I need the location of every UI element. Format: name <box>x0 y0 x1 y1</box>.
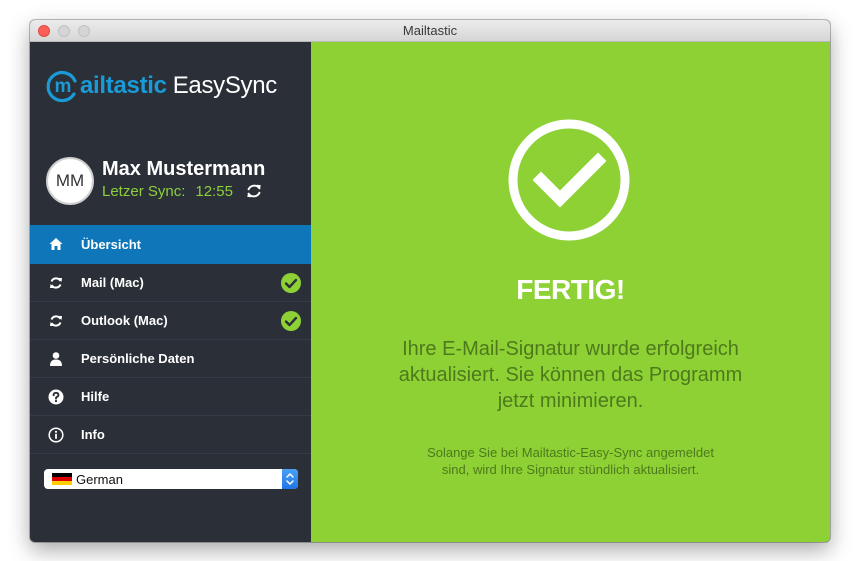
refresh-icon[interactable] <box>245 182 263 200</box>
user-name: Max Mustermann <box>102 158 266 180</box>
logo-product-text: EasySync <box>172 72 278 99</box>
window-title: Mailtastic <box>402 23 458 38</box>
last-sync-label: Letzer Sync: <box>102 182 186 200</box>
sidebar: m ailtastic EasySync MM Max Mustermann L… <box>30 42 311 542</box>
select-arrows-icon[interactable] <box>282 469 298 489</box>
mailtastic-logo-icon: m <box>46 70 77 103</box>
sync-info-note: Solange Sie bei Mailtastic-Easy-Sync ang… <box>427 445 714 477</box>
sidebar-item-personal-data[interactable]: Persönliche Daten <box>30 340 311 378</box>
main-content: FERTIG! Ihre E-Mail-Signatur wurde erfol… <box>311 42 830 542</box>
language-select-value: German <box>76 471 123 487</box>
sync-icon <box>50 276 62 289</box>
app-logo: m ailtastic EasySync <box>46 68 277 104</box>
sidebar-item-label: Übersicht <box>81 236 141 252</box>
sidebar-item-label: Hilfe <box>81 389 110 404</box>
flag-germany-icon <box>52 473 72 485</box>
sidebar-item-outlook-mac[interactable]: Outlook (Mac) <box>30 302 311 340</box>
checkmark-circle-icon <box>508 119 630 241</box>
svg-text:m: m <box>55 76 72 97</box>
sidebar-item-label: Info <box>81 427 105 442</box>
info-icon <box>48 426 64 443</box>
sync-icon <box>50 314 62 327</box>
synced-check-icon <box>281 310 301 331</box>
title-bar: Mailtastic <box>30 20 830 42</box>
sidebar-item-mail-mac[interactable]: Mail (Mac) <box>30 264 311 302</box>
success-title: FERTIG! <box>516 274 625 305</box>
synced-check-icon <box>281 272 301 293</box>
home-icon <box>49 238 63 250</box>
sidebar-item-label: Mail (Mac) <box>81 275 144 290</box>
app-window: Mailtastic m ailtastic EasySync MM Max M… <box>30 20 830 542</box>
help-icon <box>48 389 64 404</box>
last-sync-time: 12:55 <box>195 182 233 200</box>
user-icon <box>50 351 62 366</box>
sidebar-item-help[interactable]: Hilfe <box>30 378 311 416</box>
sidebar-item-info[interactable]: Info <box>30 416 311 454</box>
sidebar-item-label: Persönliche Daten <box>81 351 195 366</box>
sidebar-item-overview[interactable]: Übersicht <box>30 225 311 264</box>
last-sync-status: Letzer Sync: 12:55 <box>102 182 263 200</box>
success-message: Ihre E-Mail-Signatur wurde erfolgreich a… <box>398 338 743 412</box>
sidebar-item-label: Outlook (Mac) <box>81 313 168 328</box>
sidebar-nav: Übersicht Mail (Mac) Outlook (Mac) Persö… <box>30 225 311 454</box>
language-select[interactable]: German <box>44 469 298 489</box>
logo-brand-text: ailtastic <box>80 72 167 99</box>
avatar: MM <box>46 157 94 205</box>
